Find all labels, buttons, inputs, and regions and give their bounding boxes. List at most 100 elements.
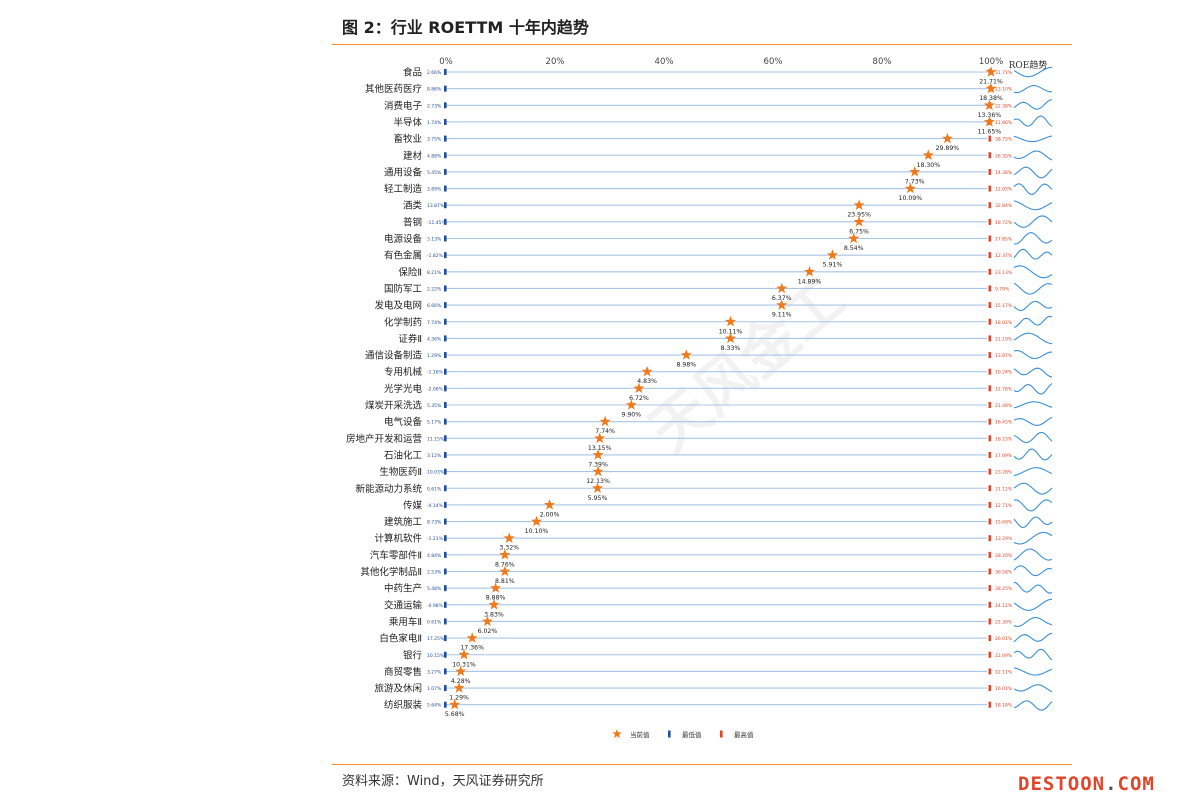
- max-value-label: 32.84%: [995, 203, 1013, 209]
- max-value-label: 11.66%: [995, 120, 1013, 126]
- min-value-label: 7.74%: [427, 320, 442, 326]
- min-value-label: 3.89%: [427, 187, 442, 193]
- min-value-label: 1.29%: [427, 353, 442, 359]
- max-value-label: 14.38%: [995, 170, 1013, 176]
- min-marker: [444, 701, 447, 708]
- row-label: 建材: [403, 150, 423, 162]
- max-value-label: 12.05%: [995, 187, 1013, 193]
- roe-trend-sparkline: [1013, 282, 1053, 295]
- max-marker: [988, 268, 992, 275]
- max-value-label: 15.69%: [995, 520, 1013, 526]
- current-value-star: [680, 349, 692, 360]
- row-label: 商贸零售: [384, 666, 422, 678]
- min-value-label: 0.61%: [427, 486, 442, 492]
- min-marker: [444, 318, 447, 325]
- legend-min-marker: [668, 730, 671, 738]
- current-value-label: 3.32%: [499, 545, 519, 552]
- row-label: 通用设备: [384, 166, 423, 178]
- row-label: 光学光电: [384, 383, 423, 395]
- current-value-star: [503, 532, 515, 543]
- min-marker: [444, 551, 447, 558]
- min-marker: [444, 385, 447, 392]
- roe-trend-sparkline: [1013, 467, 1053, 476]
- roe-trend-sparkline: [1013, 150, 1053, 161]
- min-value-label: 5.64%: [427, 703, 442, 709]
- min-value-label: 8.86%: [427, 87, 442, 93]
- max-marker: [988, 285, 992, 292]
- max-marker: [988, 302, 992, 309]
- row-label: 有色金属: [384, 250, 422, 262]
- x-tick-label: 100%: [979, 57, 1003, 67]
- current-value-label: 6.72%: [629, 395, 649, 402]
- max-value-label: 22.30%: [995, 619, 1013, 625]
- roe-trend-sparkline: [1013, 531, 1053, 545]
- current-value-label: 11.65%: [978, 128, 1002, 135]
- row-label: 旅游及休闲: [374, 683, 422, 695]
- min-marker: [444, 152, 447, 159]
- min-value-label: 13.87%: [427, 203, 445, 209]
- max-marker: [988, 451, 992, 458]
- row-label: 普钢: [403, 216, 422, 228]
- min-marker: [444, 85, 447, 92]
- max-marker: [988, 435, 992, 442]
- min-value-label: 3.13%: [427, 237, 442, 243]
- max-marker: [988, 185, 992, 192]
- current-value-label: 5.68%: [445, 711, 465, 718]
- max-value-label: 18.02%: [995, 320, 1013, 326]
- row-label: 电气设备: [384, 416, 423, 428]
- roe-trend-sparkline: [1013, 183, 1053, 196]
- max-marker: [988, 235, 992, 242]
- current-value-label: 18.38%: [979, 95, 1003, 102]
- min-marker: [444, 268, 447, 275]
- max-marker: [988, 318, 992, 325]
- current-value-star: [922, 149, 934, 160]
- min-value-label: 3.27%: [427, 669, 442, 675]
- x-tick-label: 60%: [764, 57, 783, 67]
- current-value-label: 4.83%: [637, 378, 657, 385]
- current-value-star: [826, 249, 838, 260]
- max-marker: [988, 651, 992, 658]
- current-value-label: 8.33%: [721, 345, 741, 352]
- min-value-label: 10.03%: [427, 470, 445, 476]
- row-label: 通信设备制造: [365, 350, 423, 362]
- roe-trend-sparkline: [1013, 300, 1053, 312]
- legend-max-label: 最高值: [734, 730, 754, 739]
- max-value-label: 31.12%: [995, 486, 1013, 492]
- row-label: 保险Ⅱ: [398, 266, 422, 278]
- max-value-label: 18.23%: [995, 436, 1013, 442]
- roe-trend-sparkline: [1013, 332, 1053, 345]
- max-value-label: 15.17%: [995, 303, 1013, 309]
- row-label: 汽车零部件Ⅱ: [370, 549, 422, 561]
- current-value-label: 9.90%: [621, 412, 641, 419]
- min-value-label: 2.53%: [427, 570, 442, 576]
- min-value-label: -1.16%: [427, 370, 444, 376]
- roe-trend-sparkline: [1013, 516, 1053, 529]
- max-marker: [988, 618, 992, 625]
- current-value-label: 8.98%: [677, 362, 697, 369]
- max-marker: [988, 685, 992, 692]
- min-marker: [444, 451, 447, 458]
- roe-trend-sparkline: [1013, 416, 1053, 426]
- legend-min-label: 最低值: [682, 730, 702, 739]
- current-value-label: 8.54%: [844, 245, 864, 252]
- min-value-label: 5.48%: [427, 586, 442, 592]
- current-value-label: 5.95%: [588, 495, 608, 502]
- current-value-star: [641, 365, 653, 377]
- max-value-label: 10.24%: [995, 370, 1013, 376]
- max-value-label: 13.87%: [995, 353, 1013, 359]
- roe-chart: 天风金工 0% 20% 40% 60% 80% 100% ROE趋势食品 2.66% 31.71%…: [346, 57, 1053, 739]
- bottom-rule: [332, 764, 1072, 765]
- roe-trend-sparkline: [1013, 565, 1053, 577]
- min-marker: [444, 102, 447, 109]
- max-marker: [988, 501, 992, 508]
- min-value-label: 0.61%: [427, 619, 442, 625]
- row-label: 银行: [403, 649, 423, 661]
- destoon-watermark: DESTOON.COM: [1018, 773, 1155, 795]
- current-value-label: 10.31%: [452, 661, 476, 668]
- max-value-label: 31.71%: [995, 70, 1013, 76]
- current-value-star: [599, 415, 611, 427]
- x-tick-label: 80%: [873, 57, 892, 67]
- row-label: 新能源动力系统: [355, 483, 422, 495]
- roe-trend-sparkline: [1013, 367, 1053, 378]
- min-marker: [444, 585, 447, 592]
